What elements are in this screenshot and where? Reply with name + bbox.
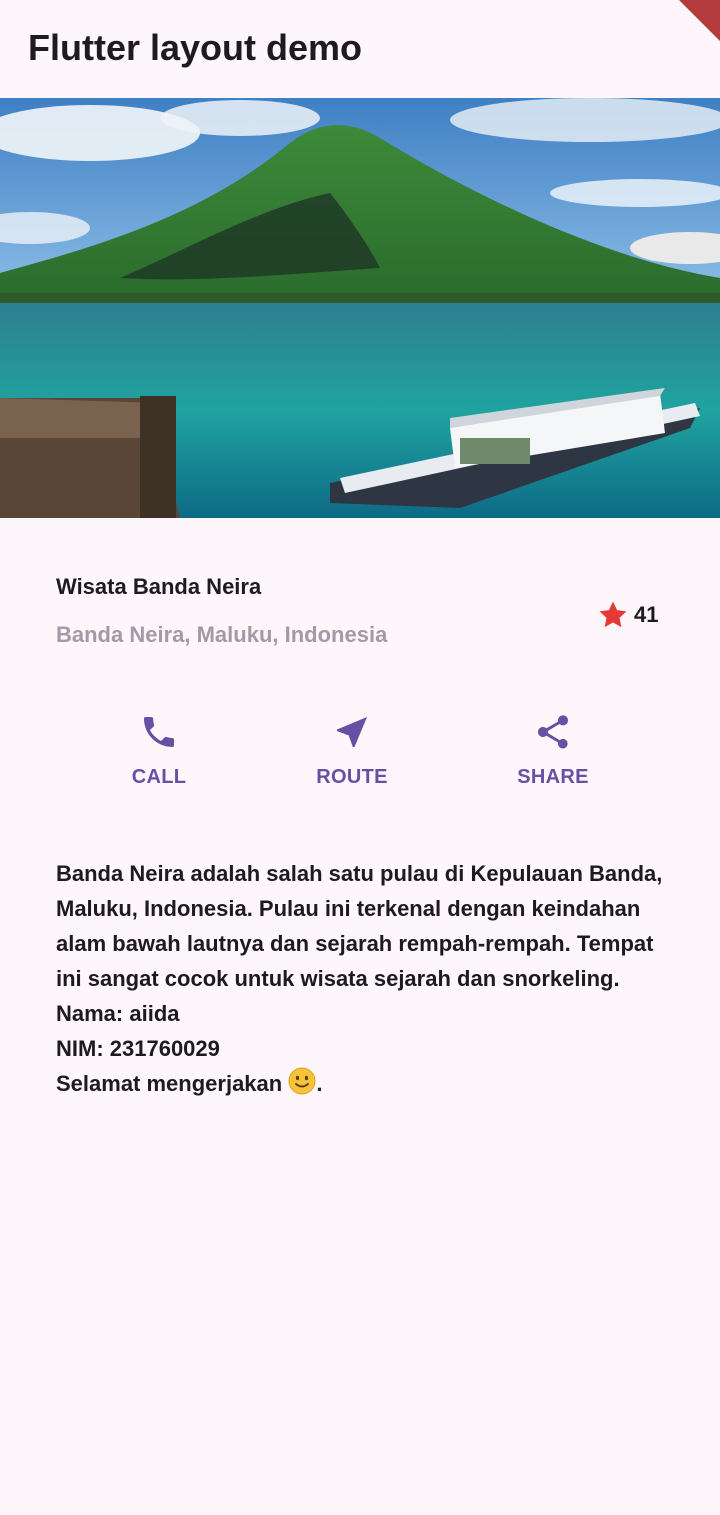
route-label: ROUTE: [316, 766, 388, 788]
rating-count: 41: [634, 602, 659, 627]
share-button[interactable]: SHARE: [478, 712, 628, 789]
hero-image: [0, 98, 720, 518]
debug-banner: [645, 0, 720, 52]
phone-icon: [144, 717, 174, 747]
title-section: Wisata Banda Neira Banda Neira, Maluku, …: [56, 572, 664, 650]
call-button[interactable]: CALL: [84, 712, 234, 789]
page-title: Flutter layout demo: [28, 27, 363, 68]
place-location: Banda Neira, Maluku, Indonesia: [56, 622, 388, 647]
route-button[interactable]: ROUTE: [277, 712, 427, 789]
share-label: SHARE: [517, 766, 589, 788]
closing-text: Selamat mengerjakan: [56, 1071, 283, 1096]
call-label: CALL: [131, 766, 187, 788]
closing-suffix: .: [316, 1071, 323, 1096]
description: Banda Neira adalah salah satu pulau di K…: [56, 856, 666, 1101]
smile-emoji-icon: [288, 1067, 316, 1095]
star-icon: [599, 601, 627, 628]
closing-line: Selamat mengerjakan .: [56, 1066, 666, 1101]
place-name: Wisata Banda Neira: [56, 574, 262, 599]
navigation-icon: [337, 717, 367, 747]
student-id: NIM: 231760029: [56, 1036, 220, 1061]
share-icon: [538, 715, 568, 749]
description-paragraph: Banda Neira adalah salah satu pulau di K…: [56, 861, 663, 1026]
island-photo: [0, 98, 720, 518]
app-bar: Flutter layout demo: [0, 0, 720, 98]
rating: 41: [596, 598, 658, 632]
action-buttons: CALL ROUTE SHARE: [0, 712, 720, 812]
